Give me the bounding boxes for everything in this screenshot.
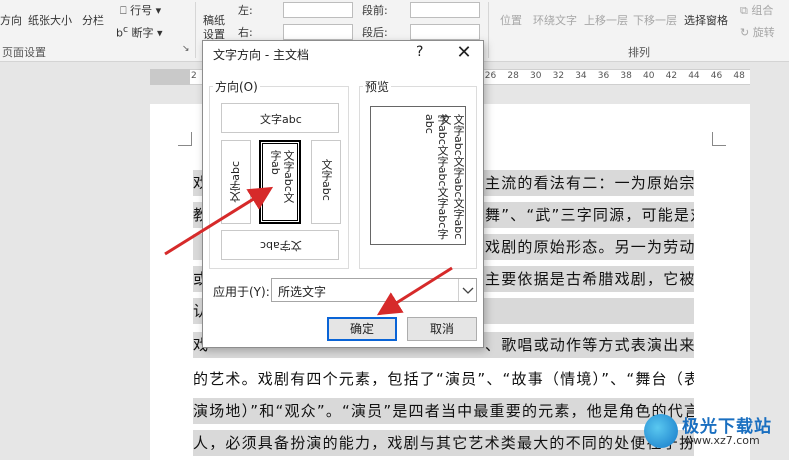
line-text-right: 戏剧的原始形态。另一为劳动 bbox=[485, 238, 694, 256]
chevron-down-icon[interactable] bbox=[458, 279, 476, 301]
rotate-label: 旋转 bbox=[752, 26, 775, 39]
line-text-right: 主流的看法有二：一为原始宗 bbox=[485, 174, 694, 192]
bring-forward-button[interactable]: 上移一层 bbox=[584, 12, 628, 28]
direction-option-vertical-left[interactable]: 文字abc bbox=[221, 140, 251, 224]
line-text: 人，必须具备扮演的能力，戏剧与其它艺术类最大的不同的处便在于扮 bbox=[193, 434, 694, 452]
ruler-tick-label: 26 bbox=[484, 71, 497, 81]
ruler-tick-label: 48 bbox=[733, 71, 745, 81]
ruler-tick-label: 28 bbox=[507, 71, 519, 81]
ruler-tick-label: 34 bbox=[575, 71, 587, 81]
spacing-after-label: 段后: bbox=[362, 26, 388, 39]
indent-left-input[interactable] bbox=[283, 2, 353, 18]
ruler-tick-label: 38 bbox=[620, 71, 632, 81]
send-backward-button[interactable]: 下移一层 bbox=[633, 12, 677, 28]
direction-option-horizontal[interactable]: 文字abc bbox=[221, 103, 339, 133]
option-label-col2: 字ab bbox=[269, 150, 282, 175]
line-text-right: 、歌唱或动作等方式表演出来 bbox=[485, 336, 694, 354]
group-label: 组合 bbox=[751, 4, 774, 17]
margin-corner-mark bbox=[178, 132, 192, 146]
ruler-tick-label: 32 bbox=[552, 71, 565, 81]
close-icon[interactable]: ✕ bbox=[451, 42, 477, 64]
group-icon: ⧉ bbox=[740, 4, 748, 17]
ruler-tick-label: 44 bbox=[688, 71, 700, 81]
spacing-after-input[interactable] bbox=[410, 24, 480, 40]
hyphenation-label: 断字 bbox=[131, 26, 154, 40]
selection-pane-button[interactable]: 选择窗格 bbox=[684, 12, 728, 28]
indent-right-label: 右: bbox=[238, 26, 253, 39]
apply-to-value: 所选文字 bbox=[278, 285, 327, 299]
indent-right-input[interactable] bbox=[283, 24, 353, 40]
direction-option-vertical-selected[interactable]: 文字abc文 字ab bbox=[259, 140, 301, 224]
apply-to-label: 应用于(Y): bbox=[213, 285, 270, 299]
page-setup-group-label: 页面设置 bbox=[2, 46, 46, 59]
text-direction-dialog: 文字方向 - 主文档 ? ✕ 方向(O) 文字abc 文字abc 文字abc文 … bbox=[202, 40, 484, 348]
option-label-col1: 文字abc文 bbox=[282, 150, 295, 203]
spacing-before-input[interactable] bbox=[410, 2, 480, 18]
preview-box: 文字abc文字abc文字abc文 字abc文字abc文字abc字abc bbox=[370, 106, 466, 245]
ruler-tick-label: 40 bbox=[643, 71, 655, 81]
line-numbers-label: 行号 bbox=[130, 4, 153, 17]
rotate-button[interactable]: ↻ 旋转 bbox=[740, 24, 775, 40]
indent-left-label: 左: bbox=[238, 4, 253, 17]
ruler-margin bbox=[150, 69, 190, 85]
dialog-title: 文字方向 - 主文档 bbox=[213, 48, 309, 62]
ribbon-divider bbox=[488, 2, 489, 58]
position-button[interactable]: 位置 bbox=[500, 12, 522, 28]
page-setup-launcher-icon[interactable]: ↘ bbox=[182, 44, 190, 54]
option-label: 文字abc bbox=[260, 113, 302, 126]
line-text-right: 舞”、“武”三字同源，可能是对 bbox=[485, 206, 694, 224]
document-line[interactable]: 演场地）”和“观众”。“演员”是四者当中最重要的元素，他是角色的代言 bbox=[193, 398, 694, 424]
document-line[interactable]: 的艺术。戏剧有四个元素，包括了“演员”、“故事（情境）”、“舞台（表 bbox=[193, 366, 694, 392]
watermark-url: www.xz7.com bbox=[684, 434, 760, 447]
preview-text-col2: 字abc文字abc文字abc字abc bbox=[423, 114, 449, 240]
direction-option-horizontal-rotated[interactable]: 文字abc bbox=[221, 230, 339, 260]
ruler-tick-label: 46 bbox=[710, 71, 723, 81]
ruler-tick-label: 30 bbox=[530, 71, 542, 81]
ruler-tick-label: 2 bbox=[191, 71, 197, 81]
option-label: 文字abc bbox=[260, 239, 302, 252]
rotate-icon: ↻ bbox=[740, 26, 750, 39]
option-label: 文字abc bbox=[229, 161, 242, 203]
margin-corner-mark bbox=[712, 132, 726, 146]
help-icon[interactable]: ? bbox=[416, 44, 423, 60]
arrange-group-label: 排列 bbox=[628, 46, 650, 59]
line-text: 的艺术。戏剧有四个元素，包括了“演员”、“故事（情境）”、“舞台（表 bbox=[193, 370, 694, 388]
paper-size-button[interactable]: 纸张大小 bbox=[28, 12, 72, 28]
direction-legend: 方向(O) bbox=[213, 78, 260, 95]
columns-button[interactable]: 分栏 bbox=[82, 12, 104, 28]
cancel-button[interactable]: 取消 bbox=[407, 317, 477, 341]
watermark-logo-icon bbox=[644, 414, 678, 448]
text-direction-button[interactable]: 方向 bbox=[0, 12, 22, 28]
wrap-text-button[interactable]: 环绕文字 bbox=[533, 12, 577, 28]
line-text-right: 主要依据是古希腊戏剧，它被 bbox=[485, 270, 694, 288]
ruler-tick-label: 42 bbox=[665, 71, 678, 81]
apply-to-select[interactable]: 所选文字 bbox=[271, 278, 477, 302]
document-line[interactable]: 人，必须具备扮演的能力，戏剧与其它艺术类最大的不同的处便在于扮 bbox=[193, 430, 694, 456]
ok-button[interactable]: 确定 bbox=[327, 317, 397, 341]
ribbon-divider bbox=[195, 2, 196, 58]
group-button[interactable]: ⧉ 组合 bbox=[740, 2, 773, 18]
ruler-tick-label: 36 bbox=[597, 71, 610, 81]
line-text: 演场地）”和“观众”。“演员”是四者当中最重要的元素，他是角色的代言 bbox=[193, 402, 694, 420]
hyphenation-button[interactable]: bc 断字 ▾ bbox=[116, 24, 163, 41]
direction-option-vertical-right[interactable]: 文字abc bbox=[311, 140, 341, 224]
option-label: 文字abc bbox=[320, 159, 333, 201]
preview-legend: 预览 bbox=[363, 78, 392, 95]
line-numbers-button[interactable]: ⎕ 行号 ▾ bbox=[120, 2, 161, 18]
site-watermark: 极光下载站 www.xz7.com bbox=[644, 412, 784, 452]
spacing-before-label: 段前: bbox=[362, 4, 388, 17]
